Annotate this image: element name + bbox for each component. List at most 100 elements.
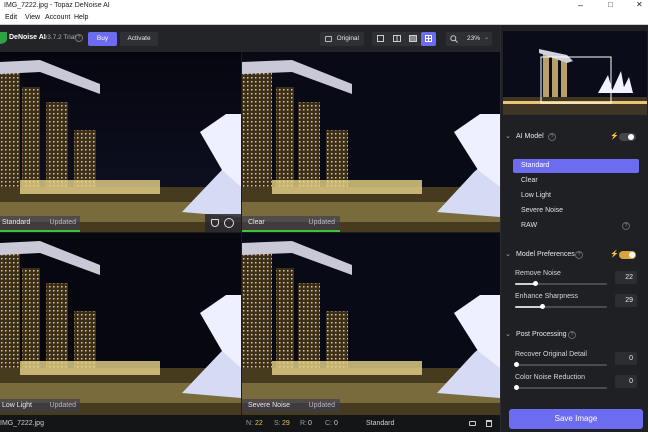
toggle-knob: [628, 134, 634, 140]
split-view-icon[interactable]: [393, 35, 401, 42]
window-title: IMG_7222.jpg - Topaz DeNoise AI: [4, 2, 110, 9]
ai-model-title: AI Model: [516, 133, 544, 140]
status-s-label: S:: [274, 420, 281, 427]
face-icon[interactable]: [224, 218, 234, 228]
status-c-label: C:: [325, 420, 332, 427]
remove-noise-value[interactable]: 22: [615, 271, 637, 284]
quad-model-name: Low Light: [2, 402, 32, 409]
trash-icon[interactable]: [486, 420, 492, 427]
chevron-down-icon[interactable]: ⌄: [505, 247, 511, 263]
help-icon[interactable]: ?: [568, 331, 576, 339]
image-icon: [325, 36, 332, 42]
help-icon[interactable]: ?: [622, 222, 630, 230]
quad-view-icon: [425, 35, 432, 42]
menu-edit[interactable]: Edit: [5, 14, 17, 21]
model-option-clear[interactable]: Clear: [513, 174, 639, 188]
quad-status: Updated: [308, 219, 335, 226]
maximize-icon[interactable]: □: [608, 0, 613, 9]
color-noise-value[interactable]: 0: [615, 375, 637, 388]
single-view-icon[interactable]: [377, 35, 384, 42]
quad-model-name: Standard: [2, 219, 31, 226]
help-icon[interactable]: ?: [75, 34, 83, 42]
menu-view[interactable]: View: [25, 14, 40, 21]
model-option-low-light[interactable]: Low Light: [513, 189, 639, 203]
original-button[interactable]: Original: [320, 32, 364, 46]
quad-status: Updated: [49, 219, 76, 226]
window-titlebar: IMG_7222.jpg - Topaz DeNoise AI – □ ✕: [0, 0, 648, 12]
preview-standard[interactable]: Standard Updated: [0, 52, 241, 232]
app-version: v3.7.2 Trial: [44, 34, 76, 41]
chevron-down-icon[interactable]: ⌄: [484, 34, 489, 41]
enhance-sharpness-handle[interactable]: [540, 304, 545, 309]
close-icon[interactable]: ✕: [636, 0, 643, 9]
night-city-image: [242, 52, 500, 232]
recover-detail-handle[interactable]: [514, 362, 519, 367]
model-option-raw[interactable]: RAW: [513, 219, 639, 233]
activate-button[interactable]: Activate: [120, 32, 158, 46]
enhance-sharpness-value[interactable]: 29: [615, 294, 637, 307]
shield-icon[interactable]: [211, 219, 219, 227]
original-label: Original: [336, 35, 359, 42]
post-processing-header[interactable]: ⌄ Post Processing ?: [501, 327, 648, 343]
night-city-image: [0, 233, 241, 415]
status-r-label: R:: [300, 420, 307, 427]
remove-noise-handle[interactable]: [533, 281, 538, 286]
progress-bar: [0, 230, 80, 232]
preview-severe-noise[interactable]: Severe Noise Updated: [242, 233, 500, 415]
model-preferences-header[interactable]: ⌄ Model Preferences ? ⚡: [501, 247, 648, 263]
menu-bar: Edit View Account Help: [0, 12, 648, 25]
enhance-sharpness-label: Enhance Sharpness: [515, 293, 579, 300]
status-s-value: 29: [282, 420, 290, 427]
color-noise-handle[interactable]: [514, 385, 519, 390]
status-r-value: 0: [308, 420, 312, 427]
quad-label-bar: Low Light Updated: [0, 399, 80, 412]
preview-low-light[interactable]: Low Light Updated: [0, 233, 241, 415]
save-image-button[interactable]: Save Image: [509, 409, 643, 429]
quad-label-bar: Severe Noise Updated: [242, 399, 340, 412]
color-noise-slider[interactable]: [515, 387, 607, 389]
status-model: Standard: [366, 420, 395, 427]
quad-label-bar: Standard Updated: [0, 216, 80, 229]
toggle-knob: [629, 252, 635, 258]
quad-model-name: Severe Noise: [248, 402, 291, 409]
app-logo-icon: [0, 32, 7, 44]
status-filename: IMG_7222.jpg: [0, 420, 44, 427]
help-icon[interactable]: ?: [548, 133, 556, 141]
preview-clear[interactable]: Clear Updated: [242, 52, 500, 232]
side-by-side-icon[interactable]: [409, 35, 417, 42]
app-name: DeNoise AI: [9, 34, 46, 41]
camera-icon[interactable]: [469, 421, 476, 426]
lightning-icon: ⚡: [610, 133, 619, 140]
thumbnail-image: [503, 31, 647, 115]
minimize-icon[interactable]: –: [578, 0, 583, 10]
buy-button[interactable]: Buy: [88, 32, 117, 46]
model-preferences-title: Model Preferences: [516, 251, 575, 258]
post-processing-title: Post Processing: [516, 331, 567, 338]
help-icon[interactable]: ?: [575, 251, 583, 259]
night-city-image: [242, 233, 500, 415]
color-noise-label: Color Noise Reduction: [515, 374, 586, 381]
settings-panel: ⌄ AI Model ? ⚡ Standard Clear Low Light …: [500, 25, 648, 432]
quad-status: Updated: [308, 402, 335, 409]
chevron-down-icon[interactable]: ⌄: [505, 327, 511, 343]
quad-model-name: Clear: [248, 219, 265, 226]
navigator-thumbnail[interactable]: [503, 31, 647, 115]
recover-detail-slider[interactable]: [515, 364, 607, 366]
menu-account[interactable]: Account: [45, 14, 70, 21]
status-n-value: 22: [255, 420, 263, 427]
zoom-icon[interactable]: [450, 35, 458, 43]
remove-noise-label: Remove Noise: [515, 270, 561, 277]
ai-model-header[interactable]: ⌄ AI Model ? ⚡: [501, 129, 648, 145]
model-option-standard[interactable]: Standard: [513, 159, 639, 173]
recover-detail-value[interactable]: 0: [615, 352, 637, 365]
status-n-label: N:: [246, 420, 253, 427]
top-toolbar: DeNoise AI v3.7.2 Trial ? Buy Activate O…: [0, 25, 500, 52]
zoom-value: 23%: [467, 35, 481, 42]
enhance-sharpness-fill: [515, 306, 542, 308]
menu-help[interactable]: Help: [74, 14, 88, 21]
quad-status: Updated: [49, 402, 76, 409]
night-city-image: [0, 52, 241, 232]
lightning-icon: ⚡: [610, 251, 619, 258]
chevron-down-icon[interactable]: ⌄: [505, 129, 511, 145]
model-option-severe-noise[interactable]: Severe Noise: [513, 204, 639, 218]
